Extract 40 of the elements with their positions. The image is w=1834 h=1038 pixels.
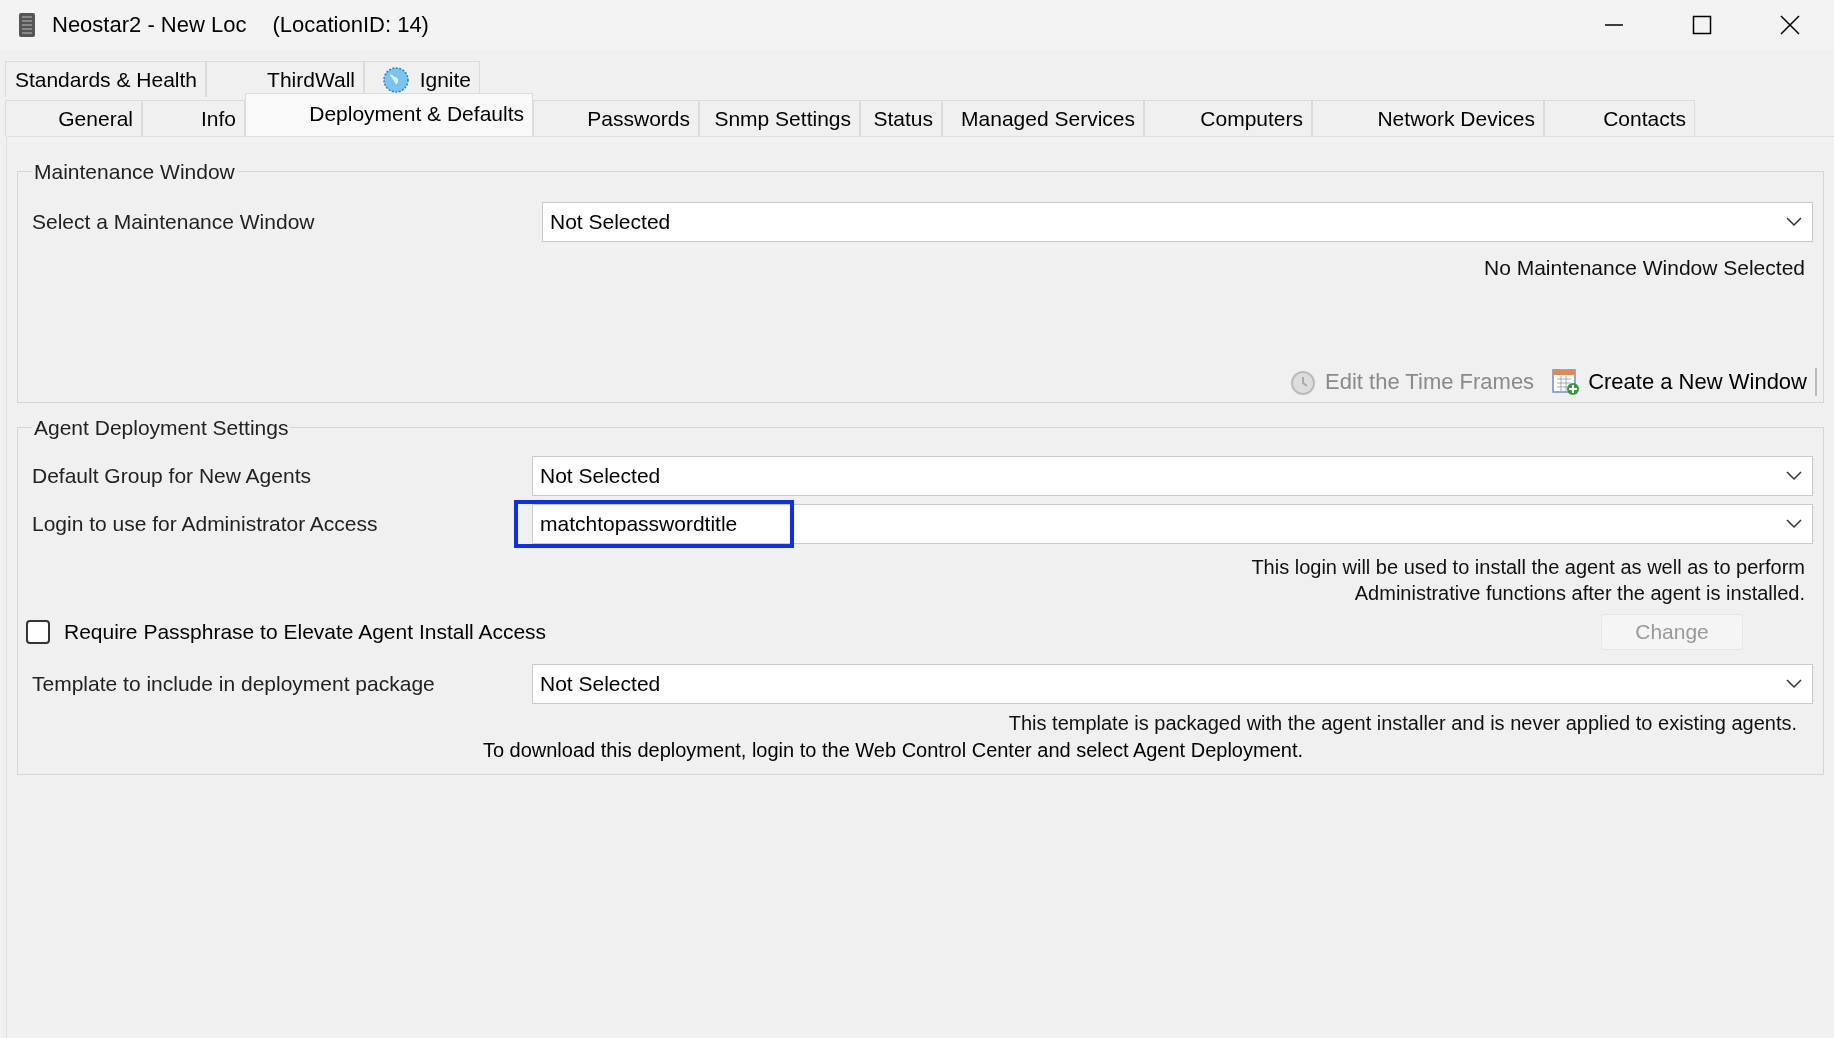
status-text: No Maintenance Window Selected xyxy=(1483,256,1806,280)
chevron-down-icon xyxy=(1786,519,1802,529)
chevron-down-icon xyxy=(1786,679,1802,689)
checkbox-label: Require Passphrase to Elevate Agent Install Access xyxy=(64,620,547,644)
field-label: Default Group for New Agents xyxy=(32,464,312,488)
create-window-button[interactable]: Create a New Window xyxy=(1552,368,1807,396)
tab[interactable]: Network Devices xyxy=(1312,100,1544,136)
tab[interactable]: Snmp Settings xyxy=(699,100,860,136)
maintenance-window-dropdown[interactable]: Not Selected xyxy=(542,202,1813,242)
tab[interactable]: Contacts xyxy=(1544,100,1695,136)
tab[interactable]: Info xyxy=(142,100,245,136)
default-group-dropdown[interactable]: Not Selected xyxy=(532,456,1813,496)
tab[interactable]: ThirdWall xyxy=(206,61,364,97)
window-title: Neostar2 - New Loc xyxy=(52,12,247,38)
tab[interactable]: Standards & Health xyxy=(5,61,206,97)
window-subtitle: (LocationID: 14) xyxy=(272,12,429,38)
tab[interactable]: Status xyxy=(860,100,942,136)
tab[interactable]: Computers xyxy=(1144,100,1312,136)
help-text: Administrative functions after the agent is installed. xyxy=(1353,581,1806,606)
tab[interactable]: Deployment & Defaults xyxy=(245,93,533,136)
minimize-icon xyxy=(1604,24,1624,26)
template-dropdown[interactable]: Not Selected xyxy=(532,664,1813,704)
calendar-add-icon xyxy=(1552,368,1581,396)
chevron-down-icon xyxy=(1786,471,1802,481)
tab[interactable]: General xyxy=(5,100,142,136)
field-label: Template to include in deployment package xyxy=(32,672,436,696)
field-label: Login to use for Administrator Access xyxy=(32,512,379,536)
checkbox[interactable] xyxy=(26,620,50,644)
maximize-icon xyxy=(1692,15,1712,35)
app-icon xyxy=(16,11,38,39)
chevron-down-icon xyxy=(1786,217,1802,227)
tab[interactable]: Passwords xyxy=(533,100,699,136)
field-label: Select a Maintenance Window xyxy=(32,210,316,234)
clock-icon xyxy=(1289,368,1318,396)
download-note: To download this deployment, login to the Web Control Center and select Agent Deployment. xyxy=(481,739,1304,762)
close-icon xyxy=(1780,15,1800,35)
login-dropdown[interactable]: matchtopasswordtitle xyxy=(532,504,1813,544)
help-text: This template is packaged with the agent installer and is never applied to existing agents. xyxy=(1007,712,1798,735)
help-text: This login will be used to install the agent as well as to perform xyxy=(1250,555,1806,580)
tab[interactable]: Managed Services xyxy=(942,100,1144,136)
